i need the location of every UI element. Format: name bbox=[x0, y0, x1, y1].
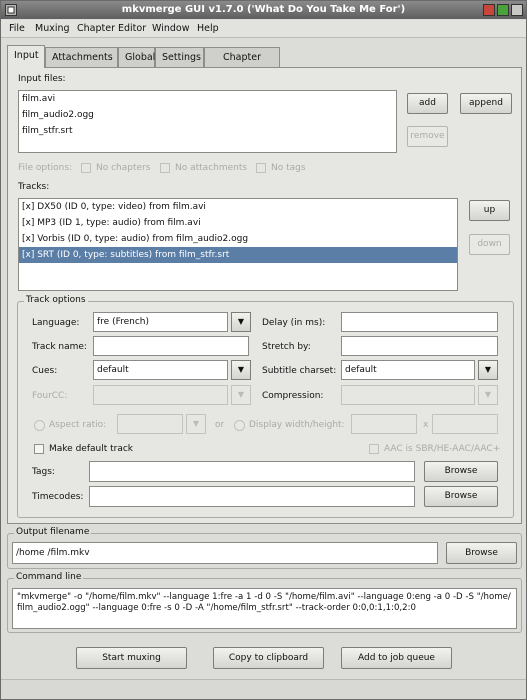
display-width-input[interactable] bbox=[351, 414, 417, 434]
no-attachments-label: No attachments bbox=[175, 163, 248, 173]
append-button[interactable]: append bbox=[460, 93, 512, 114]
menu-bar: File Muxing Chapter Editor Window Help bbox=[1, 20, 526, 38]
command-line-group: Command line "mkvmerge" -o "/home/film.m… bbox=[7, 572, 522, 633]
x-label: x bbox=[423, 420, 429, 430]
default-track-checkbox[interactable] bbox=[34, 444, 44, 454]
add-to-job-queue-button[interactable]: Add to job queue bbox=[341, 647, 452, 669]
language-label: Language: bbox=[32, 318, 80, 328]
tracks-list[interactable]: [x] DX50 (ID 0, type: video) from film.a… bbox=[18, 198, 458, 291]
minimize-icon[interactable] bbox=[483, 4, 495, 16]
delay-label: Delay (in ms): bbox=[262, 318, 326, 328]
or-label: or bbox=[215, 420, 225, 430]
cues-dropdown-arrow[interactable]: ▼ bbox=[231, 360, 251, 380]
tab-chapter-editor[interactable]: Chapter Editor bbox=[204, 47, 280, 82]
tab-settings[interactable]: Settings bbox=[155, 47, 204, 67]
output-filename-title: Output filename bbox=[14, 527, 92, 537]
compression-label: Compression: bbox=[262, 391, 324, 401]
track-item[interactable]: [x] Vorbis (ID 0, type: audio) from film… bbox=[19, 231, 457, 247]
window-controls bbox=[483, 4, 523, 16]
language-select[interactable]: fre (French) bbox=[93, 312, 228, 332]
display-size-label: Display width/height: bbox=[249, 420, 345, 430]
compression-dropdown-arrow[interactable]: ▼ bbox=[478, 385, 498, 405]
command-line-title: Command line bbox=[14, 572, 84, 582]
input-files-label: Input files: bbox=[18, 74, 66, 84]
display-height-input[interactable] bbox=[432, 414, 498, 434]
status-bar bbox=[1, 679, 526, 699]
close-icon[interactable] bbox=[511, 4, 523, 16]
command-line-2: film_audio2.ogg" --language 0:fre -s 0 -… bbox=[17, 603, 416, 613]
input-tab-panel: Input files: film.avi film_audio2.ogg fi… bbox=[7, 67, 522, 524]
app-window: mkvmerge GUI v1.7.0 ('What Do You Take M… bbox=[0, 0, 527, 700]
stretch-label: Stretch by: bbox=[262, 342, 311, 352]
no-attachments-checkbox[interactable] bbox=[160, 163, 170, 173]
timecodes-browse-button[interactable]: Browse bbox=[424, 486, 498, 507]
fourcc-dropdown-arrow[interactable]: ▼ bbox=[231, 385, 251, 405]
fourcc-label: FourCC: bbox=[32, 391, 68, 401]
tab-global[interactable]: Global bbox=[118, 47, 155, 67]
output-filename-input[interactable]: /home /film.mkv bbox=[12, 542, 438, 564]
start-muxing-button[interactable]: Start muxing bbox=[76, 647, 187, 669]
default-track-label: Make default track bbox=[49, 444, 134, 454]
aac-sbr-label: AAC is SBR/HE-AAC/AAC+ bbox=[384, 444, 501, 454]
command-line-1: "mkvmerge" -o "/home/film.mkv" --languag… bbox=[17, 592, 511, 602]
window-menu-icon[interactable] bbox=[5, 4, 17, 16]
list-item[interactable]: film_audio2.ogg bbox=[19, 107, 396, 123]
input-files-list[interactable]: film.avi film_audio2.ogg film_stfr.srt bbox=[18, 90, 397, 153]
cues-select[interactable]: default bbox=[93, 360, 228, 380]
track-options-group: Track options Language: fre (French) ▼ D… bbox=[17, 295, 514, 518]
command-line-text: "mkvmerge" -o "/home/film.mkv" --languag… bbox=[12, 588, 517, 629]
tags-input[interactable] bbox=[89, 461, 415, 482]
file-options-label: File options: bbox=[18, 163, 73, 173]
aspect-ratio-label: Aspect ratio: bbox=[49, 420, 107, 430]
track-item[interactable]: [x] DX50 (ID 0, type: video) from film.a… bbox=[19, 199, 457, 215]
charset-dropdown-arrow[interactable]: ▼ bbox=[478, 360, 498, 380]
aac-sbr-checkbox[interactable] bbox=[369, 444, 379, 454]
list-item[interactable]: film_stfr.srt bbox=[19, 123, 396, 139]
list-item[interactable]: film.avi bbox=[19, 91, 396, 107]
compression-select[interactable] bbox=[341, 385, 475, 405]
no-tags-checkbox[interactable] bbox=[256, 163, 266, 173]
track-name-label: Track name: bbox=[32, 342, 87, 352]
stretch-input[interactable] bbox=[341, 336, 498, 356]
no-chapters-label: No chapters bbox=[96, 163, 151, 173]
track-item-selected[interactable]: [x] SRT (ID 0, type: subtitles) from fil… bbox=[19, 247, 457, 263]
no-chapters-checkbox[interactable] bbox=[81, 163, 91, 173]
timecodes-label: Timecodes: bbox=[32, 492, 84, 502]
subtitle-charset-label: Subtitle charset: bbox=[262, 366, 337, 376]
timecodes-input[interactable] bbox=[89, 486, 415, 507]
menu-chapter-editor[interactable]: Chapter Editor bbox=[77, 23, 146, 34]
maximize-icon[interactable] bbox=[497, 4, 509, 16]
copy-to-clipboard-button[interactable]: Copy to clipboard bbox=[213, 647, 324, 669]
cues-label: Cues: bbox=[32, 366, 58, 376]
window-title: mkvmerge GUI v1.7.0 ('What Do You Take M… bbox=[121, 4, 406, 15]
subtitle-charset-select[interactable]: default bbox=[341, 360, 475, 380]
track-item[interactable]: [x] MP3 (ID 1, type: audio) from film.av… bbox=[19, 215, 457, 231]
no-tags-label: No tags bbox=[271, 163, 306, 173]
tags-label: Tags: bbox=[32, 467, 55, 477]
aspect-dropdown-arrow[interactable]: ▼ bbox=[186, 414, 206, 434]
delay-input[interactable] bbox=[341, 312, 498, 332]
track-options-title: Track options bbox=[24, 295, 88, 305]
add-button[interactable]: add bbox=[407, 93, 448, 114]
display-size-radio[interactable] bbox=[234, 420, 245, 431]
aspect-ratio-select[interactable] bbox=[117, 414, 183, 434]
output-filename-group: Output filename /home /film.mkv Browse bbox=[7, 527, 522, 569]
title-bar: mkvmerge GUI v1.7.0 ('What Do You Take M… bbox=[1, 1, 526, 19]
language-dropdown-arrow[interactable]: ▼ bbox=[231, 312, 251, 332]
remove-button[interactable]: remove bbox=[407, 126, 448, 147]
menu-file[interactable]: File bbox=[9, 23, 25, 34]
tags-browse-button[interactable]: Browse bbox=[424, 461, 498, 482]
output-browse-button[interactable]: Browse bbox=[446, 542, 517, 564]
menu-window[interactable]: Window bbox=[152, 23, 189, 34]
tab-input[interactable]: Input bbox=[7, 45, 45, 68]
fourcc-select[interactable] bbox=[93, 385, 228, 405]
track-name-input[interactable] bbox=[93, 336, 249, 356]
aspect-ratio-radio[interactable] bbox=[34, 420, 45, 431]
up-button[interactable]: up bbox=[469, 200, 510, 221]
down-button[interactable]: down bbox=[469, 234, 510, 255]
menu-muxing[interactable]: Muxing bbox=[35, 23, 70, 34]
menu-help[interactable]: Help bbox=[197, 23, 219, 34]
tracks-label: Tracks: bbox=[18, 182, 50, 192]
tab-attachments[interactable]: Attachments bbox=[45, 47, 118, 67]
